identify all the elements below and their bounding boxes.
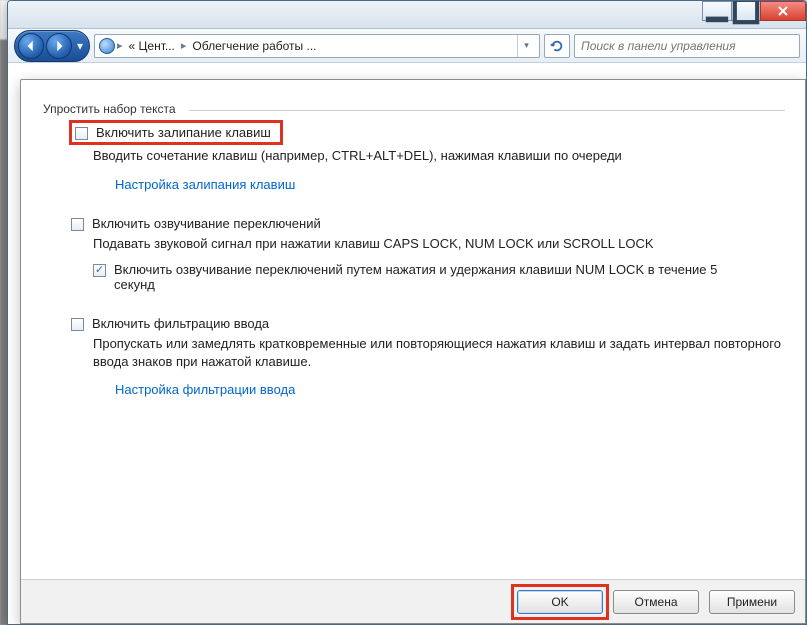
navigation-bar: ▾ ▸ « Цент... ▸ Облегчение работы ... ▾ [8,29,806,63]
explorer-window: ▾ ▸ « Цент... ▸ Облегчение работы ... ▾ … [7,0,807,625]
close-button[interactable] [760,1,806,21]
maximize-button[interactable] [731,1,761,21]
refresh-button[interactable] [544,34,570,58]
settings-panel: Упростить набор текста Включить залипани… [20,79,806,624]
highlight-sticky-keys: Включить залипание клавиш [71,122,281,143]
toggle-keys-description: Подавать звуковой сигнал при нажатии кла… [93,235,785,253]
sticky-keys-checkbox[interactable] [75,127,88,140]
search-box[interactable] [574,34,800,58]
window-titlebar [8,1,806,29]
filter-keys-description: Пропускать или замедлять кратковременные… [93,335,785,370]
sticky-keys-settings-link[interactable]: Настройка залипания клавиш [115,177,295,192]
minimize-button[interactable] [702,1,732,21]
nav-back-forward: ▾ [14,30,90,62]
filter-keys-checkbox[interactable] [71,318,84,331]
toggle-keys-hold-label[interactable]: Включить озвучивание переключений путем … [114,262,754,292]
section-title: Упростить набор текста [43,102,785,116]
sticky-keys-label[interactable]: Включить залипание клавиш [96,125,271,140]
toggle-keys-checkbox[interactable] [71,218,84,231]
filter-keys-settings-link[interactable]: Настройка фильтрации ввода [115,382,295,397]
breadcrumb-sep-icon: ▸ [181,39,187,52]
control-panel-icon [99,38,115,54]
toggle-keys-label[interactable]: Включить озвучивание переключений [92,216,321,231]
highlight-ok-button: OK [517,590,603,614]
history-dropdown[interactable]: ▾ [73,33,87,59]
dialog-button-bar: OK Отмена Примени [21,579,805,623]
forward-button[interactable] [46,33,72,59]
apply-button[interactable]: Примени [709,590,795,614]
back-button[interactable] [18,33,44,59]
filter-keys-label[interactable]: Включить фильтрацию ввода [92,316,269,331]
breadcrumb-dropdown[interactable]: ▾ [517,35,535,57]
sticky-keys-description: Вводить сочетание клавиш (например, CTRL… [93,147,785,165]
breadcrumb-bar[interactable]: ▸ « Цент... ▸ Облегчение работы ... ▾ [94,34,540,58]
breadcrumb-seg-2[interactable]: Облегчение работы ... [188,37,320,55]
breadcrumb-seg-1[interactable]: « Цент... [125,37,179,55]
ok-button[interactable]: OK [517,590,603,614]
breadcrumb-sep-icon: ▸ [117,39,123,52]
toggle-keys-hold-checkbox[interactable] [93,264,106,277]
cancel-button[interactable]: Отмена [613,590,699,614]
search-input[interactable] [579,38,795,54]
